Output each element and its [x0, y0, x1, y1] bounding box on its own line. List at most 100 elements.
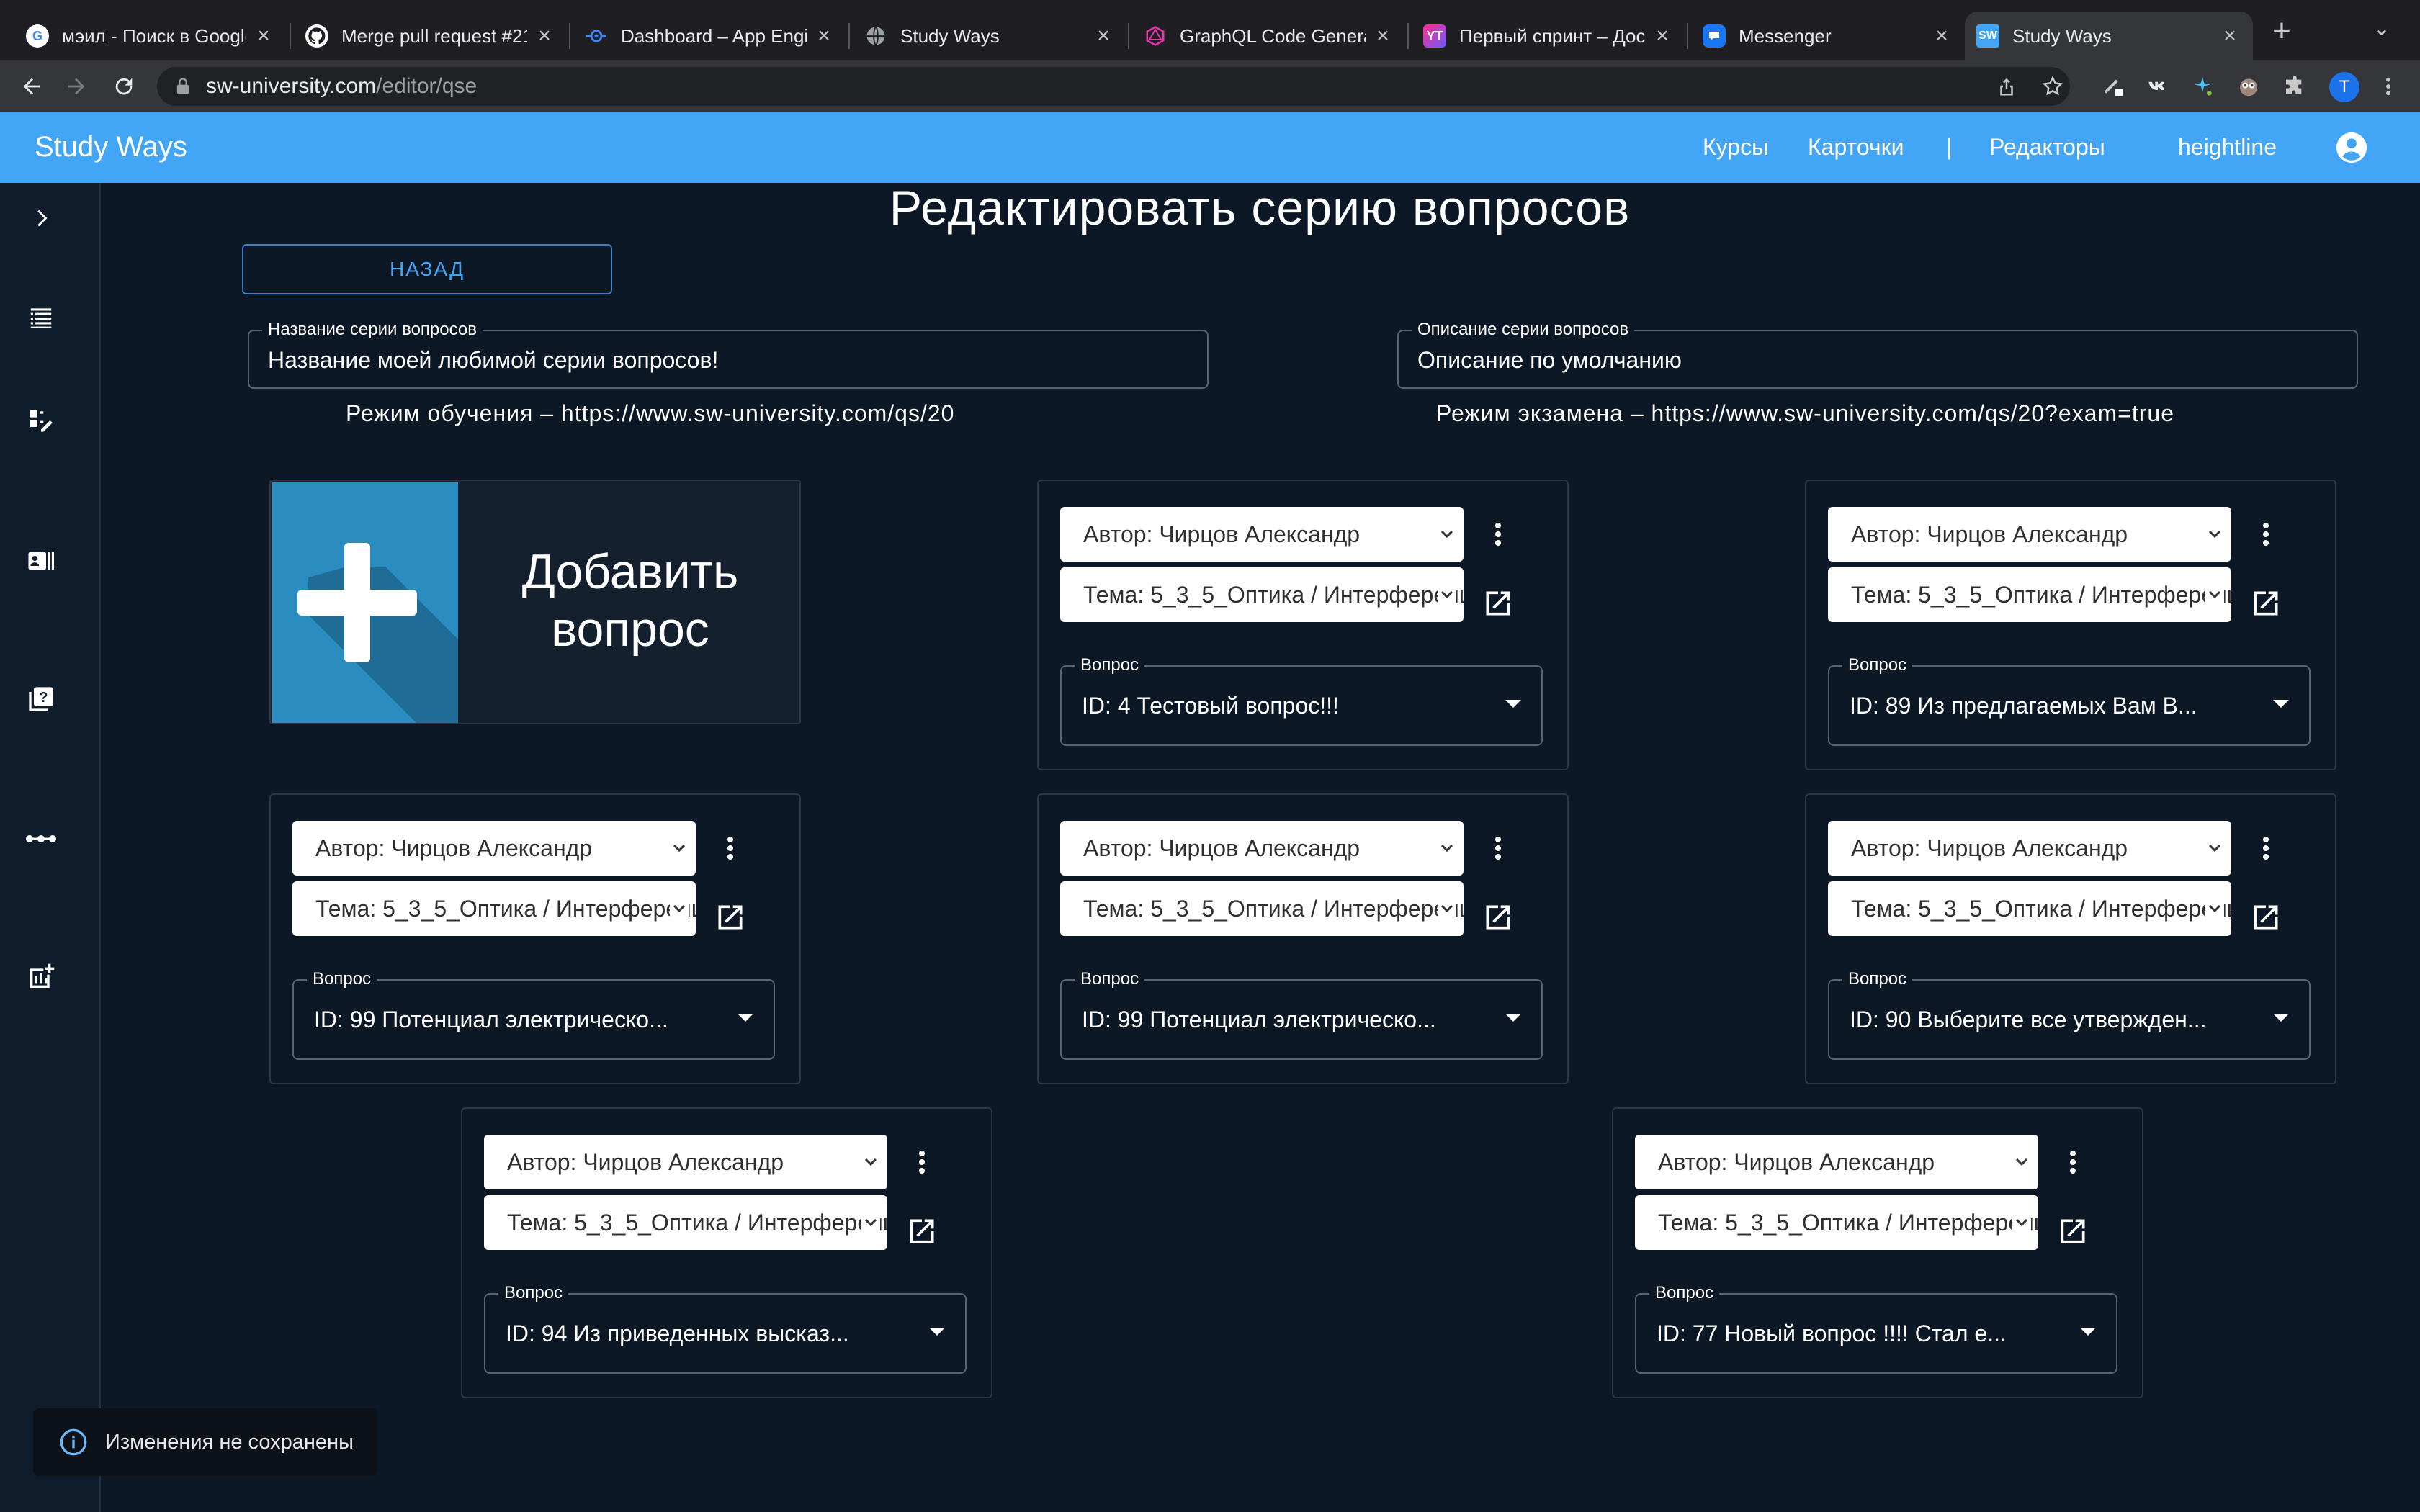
- sparkle-extension-icon[interactable]: [2190, 73, 2215, 99]
- open-in-new-icon[interactable]: [2250, 901, 2282, 933]
- close-tab-icon[interactable]: ×: [812, 24, 835, 48]
- browser-tab[interactable]: YT Первый спринт – Доска ×: [1412, 12, 1685, 60]
- browser-menu-icon[interactable]: [2375, 73, 2401, 99]
- more-vert-icon[interactable]: [717, 832, 743, 864]
- topic-select[interactable]: Тема: 5_3_5_Оптика / Интерференция: [1635, 1195, 2038, 1250]
- open-in-new-icon[interactable]: [2057, 1215, 2089, 1247]
- close-tab-icon[interactable]: ×: [2218, 24, 2241, 48]
- series-description-field[interactable]: Описание серии вопросов Описание по умол…: [1397, 320, 2358, 389]
- close-tab-icon[interactable]: ×: [1651, 24, 1674, 48]
- nav-separator: |: [1946, 134, 1953, 160]
- nav-cards[interactable]: Карточки: [1808, 134, 1904, 161]
- close-tab-icon[interactable]: ×: [1092, 24, 1115, 48]
- browser-tab[interactable]: G мэил - Поиск в Google ×: [14, 12, 287, 60]
- close-tab-icon[interactable]: ×: [533, 24, 556, 48]
- author-select[interactable]: Автор: Чирцов Александр: [292, 821, 696, 876]
- back-arrow-icon[interactable]: [14, 69, 49, 104]
- learning-mode-link[interactable]: Режим обучения – https://www.sw-universi…: [346, 400, 954, 427]
- browser-tab[interactable]: GraphQL Code Generator ×: [1132, 12, 1406, 60]
- topic-select[interactable]: Тема: 5_3_5_Оптика / Интерференция: [1060, 567, 1464, 622]
- sidebar-item-stats-add-icon[interactable]: [22, 958, 60, 996]
- exam-mode-link[interactable]: Режим экзамена – https://www.sw-universi…: [1436, 400, 2174, 427]
- add-question-button[interactable]: Добавить вопрос: [269, 480, 801, 724]
- open-in-new-icon[interactable]: [1482, 901, 1514, 933]
- share-icon[interactable]: [1994, 73, 2020, 99]
- owl-extension-icon[interactable]: [2236, 73, 2262, 99]
- question-select[interactable]: Вопрос ID: 89 Из предлагаемых Вам В...: [1828, 655, 2311, 746]
- author-select[interactable]: Автор: Чирцов Александр: [1060, 507, 1464, 562]
- back-button[interactable]: НАЗАД: [242, 244, 612, 294]
- nav-courses[interactable]: Курсы: [1703, 134, 1768, 161]
- topic-select[interactable]: Тема: 5_3_5_Оптика / Интерференция: [292, 881, 696, 936]
- question-card: Автор: Чирцов Александр Тема: 5_3_5_Опти…: [1037, 793, 1569, 1084]
- author-select[interactable]: Автор: Чирцов Александр: [484, 1135, 887, 1189]
- snackbar-message: Изменения не сохранены: [105, 1430, 354, 1454]
- question-select[interactable]: Вопрос ID: 77 Новый вопрос !!!! Стал е..…: [1635, 1283, 2118, 1374]
- series-name-field[interactable]: Название серии вопросов Название моей лю…: [248, 320, 1209, 389]
- series-description-value: Описание по умолчанию: [1417, 347, 1682, 373]
- more-vert-icon[interactable]: [1485, 832, 1511, 864]
- browser-tab[interactable]: Dashboard – App Engine ×: [573, 12, 847, 60]
- reload-icon[interactable]: [107, 69, 141, 104]
- nav-editors[interactable]: Редакторы: [1989, 134, 2105, 161]
- sidebar-expand-chevron-icon[interactable]: [22, 199, 60, 238]
- topic-select[interactable]: Тема: 5_3_5_Оптика / Интерференция: [484, 1195, 887, 1250]
- question-label: Вопрос: [307, 969, 377, 989]
- app-brand[interactable]: Study Ways: [35, 131, 187, 163]
- close-tab-icon[interactable]: ×: [252, 24, 275, 48]
- open-in-new-icon[interactable]: [1482, 588, 1514, 619]
- browser-tab[interactable]: Study Ways ×: [853, 12, 1126, 60]
- more-vert-icon[interactable]: [2253, 518, 2279, 550]
- nav-username[interactable]: heightline: [2178, 134, 2277, 161]
- question-select[interactable]: Вопрос ID: 94 Из приведенных высказ...: [484, 1283, 967, 1374]
- browser-profile-avatar[interactable]: T: [2329, 72, 2360, 102]
- tab-search-chevron-icon[interactable]: ⌄: [2372, 16, 2390, 41]
- more-vert-icon[interactable]: [2253, 832, 2279, 864]
- topic-select[interactable]: Тема: 5_3_5_Оптика / Интерференция: [1828, 567, 2231, 622]
- pen-extension-icon[interactable]: [2100, 73, 2126, 99]
- dropdown-caret-icon: [2273, 700, 2289, 708]
- new-tab-button[interactable]: +: [2262, 13, 2302, 49]
- select-chevron-icon: [670, 838, 689, 858]
- topic-select[interactable]: Тема: 5_3_5_Оптика / Интерференция: [1828, 881, 2231, 936]
- tab-separator: [1128, 23, 1129, 49]
- puzzle-extensions-icon[interactable]: [2282, 73, 2308, 99]
- google-icon: G: [26, 24, 49, 48]
- sidebar-item-edit-list-icon[interactable]: [22, 400, 60, 439]
- author-select[interactable]: Автор: Чирцов Александр: [1060, 821, 1464, 876]
- question-select[interactable]: Вопрос ID: 99 Потенциал электрическо...: [1060, 969, 1543, 1060]
- sidebar-item-question-bank-icon[interactable]: ?: [22, 680, 60, 719]
- tab-title: Study Ways: [2012, 24, 2112, 47]
- sidebar-item-list-icon[interactable]: [22, 298, 60, 337]
- author-select[interactable]: Автор: Чирцов Александр: [1828, 821, 2231, 876]
- open-in-new-icon[interactable]: [2250, 588, 2282, 619]
- question-select[interactable]: Вопрос ID: 90 Выберите все утвержден...: [1828, 969, 2311, 1060]
- sidebar-item-cards-icon[interactable]: [22, 541, 60, 580]
- author-select[interactable]: Автор: Чирцов Александр: [1828, 507, 2231, 562]
- open-in-new-icon[interactable]: [714, 901, 746, 933]
- more-vert-icon[interactable]: [909, 1146, 935, 1178]
- more-vert-icon[interactable]: [1485, 518, 1511, 550]
- select-chevron-icon: [1438, 899, 1456, 919]
- question-card: Автор: Чирцов Александр Тема: 5_3_5_Опти…: [1037, 480, 1569, 770]
- vk-extension-icon[interactable]: [2145, 73, 2171, 99]
- question-select[interactable]: Вопрос ID: 4 Тестовый вопрос!!!: [1060, 655, 1543, 746]
- question-select[interactable]: Вопрос ID: 99 Потенциал электрическо...: [292, 969, 775, 1060]
- more-vert-icon[interactable]: [2060, 1146, 2086, 1178]
- author-select[interactable]: Автор: Чирцов Александр: [1635, 1135, 2038, 1189]
- address-bar[interactable]: sw-university.com/editor/qse: [157, 67, 2070, 106]
- select-chevron-icon: [1438, 524, 1456, 544]
- sidebar-item-series-icon[interactable]: [22, 819, 60, 858]
- browser-tab-active[interactable]: SW Study Ways ×: [1965, 12, 2253, 60]
- account-circle-icon[interactable]: [2335, 131, 2368, 164]
- browser-tab[interactable]: Merge pull request #21 ×: [294, 12, 568, 60]
- browser-tab[interactable]: Messenger ×: [1691, 12, 1965, 60]
- topic-select[interactable]: Тема: 5_3_5_Оптика / Интерференция: [1060, 881, 1464, 936]
- forward-arrow-icon[interactable]: [59, 69, 94, 104]
- tab-title: Messenger: [1739, 24, 1832, 47]
- bookmark-star-icon[interactable]: [2040, 73, 2066, 99]
- close-tab-icon[interactable]: ×: [1371, 24, 1394, 48]
- open-in-new-icon[interactable]: [906, 1215, 938, 1247]
- question-label: Вопрос: [1075, 969, 1145, 989]
- close-tab-icon[interactable]: ×: [1930, 24, 1953, 48]
